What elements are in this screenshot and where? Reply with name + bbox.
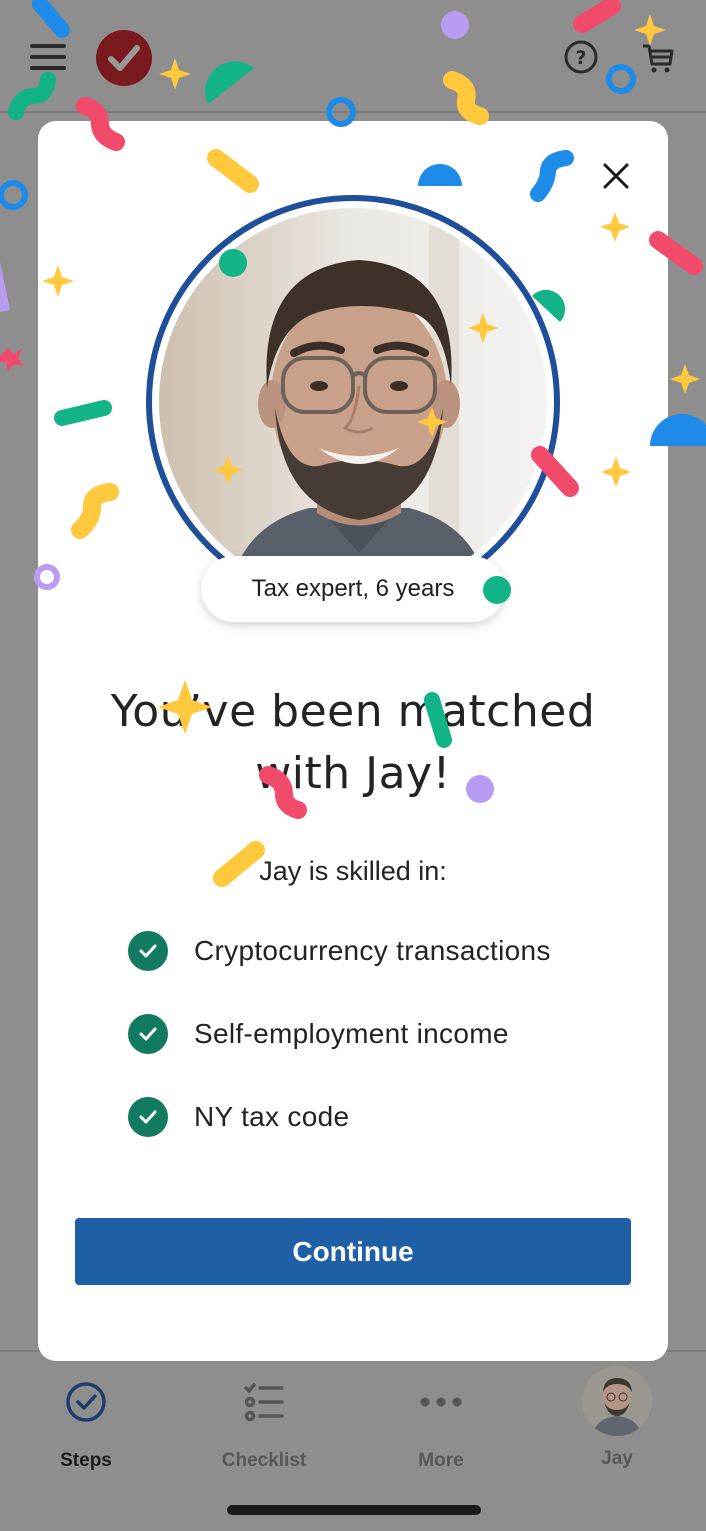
steps-check-icon bbox=[56, 1372, 116, 1432]
skill-label: Self-employment income bbox=[194, 1018, 509, 1049]
check-circle-icon bbox=[128, 1097, 168, 1137]
nav-item-jay[interactable]: Jay bbox=[542, 1366, 692, 1482]
svg-text:?: ? bbox=[575, 47, 586, 69]
nav-label: More bbox=[418, 1450, 464, 1471]
nav-item-checklist[interactable]: Checklist bbox=[189, 1372, 339, 1482]
nav-item-more[interactable]: More bbox=[366, 1372, 516, 1482]
home-indicator[interactable] bbox=[227, 1505, 481, 1515]
top-app-bar: ? bbox=[0, 0, 706, 113]
nav-label: Checklist bbox=[221, 1450, 307, 1471]
check-circle-icon bbox=[128, 1014, 168, 1054]
close-icon[interactable] bbox=[596, 156, 636, 196]
list-item: NY tax code bbox=[128, 1097, 648, 1180]
skill-label: NY tax code bbox=[194, 1101, 350, 1132]
match-title: You’ve been matched with Jay! bbox=[78, 681, 628, 805]
match-title-line-2: with Jay! bbox=[255, 748, 451, 799]
more-dots-icon bbox=[411, 1372, 471, 1432]
expert-match-dialog: Tax expert, 6 years You’ve been matched … bbox=[38, 121, 668, 1361]
nav-label: Jay bbox=[601, 1448, 633, 1469]
checklist-icon bbox=[234, 1372, 294, 1432]
nav-label: Steps bbox=[60, 1450, 112, 1471]
skill-label: Cryptocurrency transactions bbox=[194, 935, 551, 966]
skills-heading: Jay is skilled in: bbox=[259, 856, 447, 886]
check-circle-icon bbox=[128, 931, 168, 971]
help-circle-icon[interactable]: ? bbox=[563, 39, 599, 75]
expert-portrait bbox=[159, 208, 547, 596]
match-title-line-1: You’ve been matched bbox=[110, 686, 596, 737]
continue-button[interactable]: Continue bbox=[75, 1218, 631, 1285]
checkmark-logo-icon bbox=[96, 30, 152, 86]
hamburger-menu-icon[interactable] bbox=[30, 42, 68, 72]
list-item: Self-employment income bbox=[128, 1014, 648, 1097]
divider bbox=[0, 111, 706, 113]
nav-item-steps[interactable]: Steps bbox=[11, 1372, 161, 1482]
list-item: Cryptocurrency transactions bbox=[128, 931, 648, 1014]
cart-icon[interactable] bbox=[640, 40, 676, 76]
skills-list: Cryptocurrency transactions Self-employm… bbox=[128, 931, 648, 1180]
expert-avatar bbox=[582, 1366, 652, 1436]
bottom-navigation: Steps Checklist More Jay bbox=[0, 1350, 706, 1531]
experience-badge: Tax expert, 6 years bbox=[201, 556, 505, 622]
